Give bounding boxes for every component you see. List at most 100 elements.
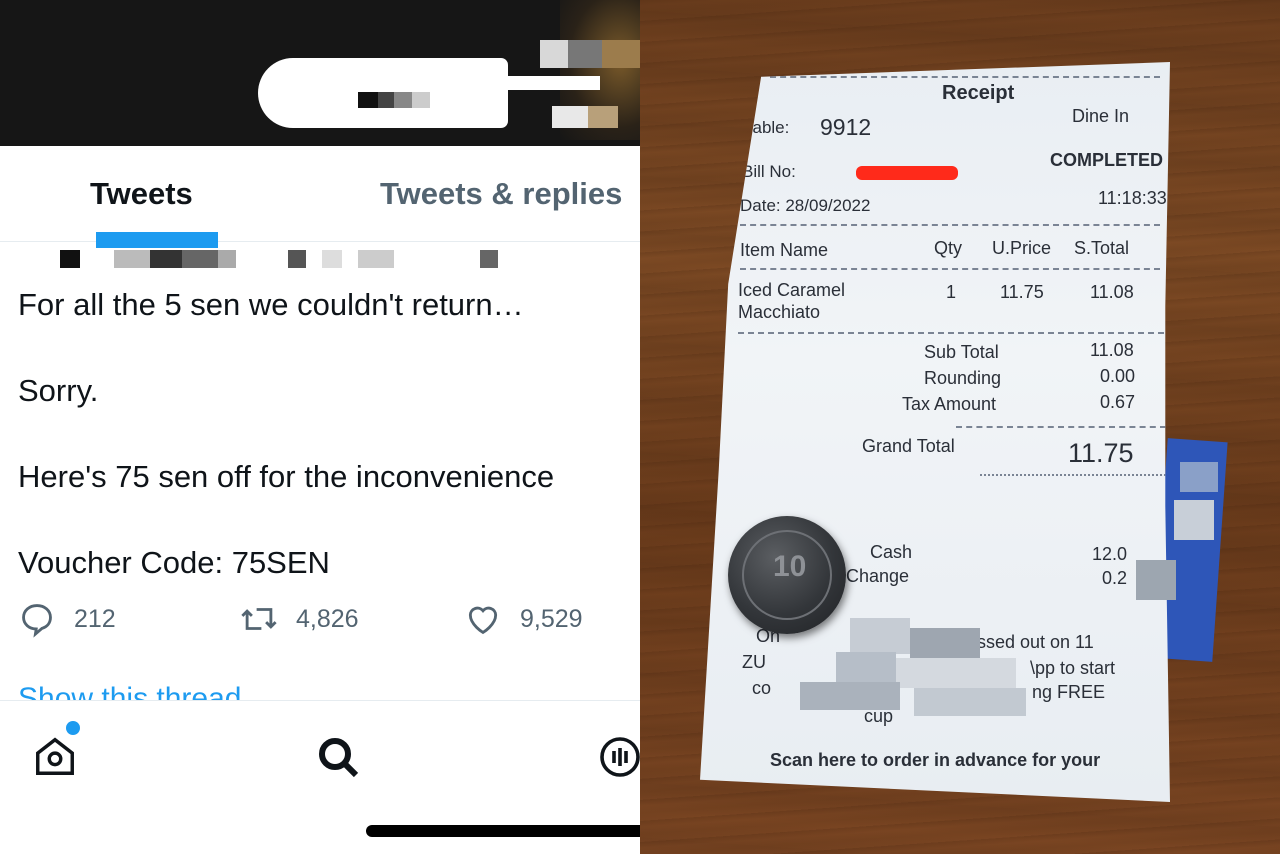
change-label: Change <box>846 566 910 586</box>
redacted-bill-number <box>856 166 958 180</box>
reply-button[interactable]: 212 <box>18 600 116 638</box>
rounding-label: Rounding <box>924 368 1002 388</box>
tax-label: Tax Amount <box>902 394 997 414</box>
column-unit-price: U.Price <box>992 238 1052 258</box>
redacted-author-row <box>0 232 640 272</box>
redaction-pixel <box>1136 560 1176 600</box>
retweet-button[interactable]: 4,826 <box>240 600 359 638</box>
receipt-time: 11:18:33 <box>1098 188 1167 208</box>
item-unit-price: 11.75 <box>1000 282 1044 302</box>
show-thread-link[interactable]: Show this thread <box>18 682 241 702</box>
coin-denomination: 10 <box>773 550 807 583</box>
redaction-pixel <box>182 250 218 268</box>
redaction-pixel <box>394 92 412 108</box>
redaction-pixel <box>914 688 1026 716</box>
redaction-pixel <box>288 250 306 268</box>
promo-text: ZU <box>742 652 766 672</box>
redaction-pixel <box>150 250 182 268</box>
redaction-pixel <box>1180 462 1218 492</box>
tweet-text-line: Here's 75 sen off for the inconvenience <box>18 459 555 494</box>
column-item-name: Item Name <box>740 240 829 260</box>
receipt-divider <box>738 332 1164 334</box>
order-status: COMPLETED <box>1050 150 1164 170</box>
bottom-navigation <box>0 700 640 854</box>
redaction-pixel <box>850 618 910 654</box>
redaction-pixel <box>114 250 150 268</box>
tab-tweets-and-replies[interactable]: Tweets & replies <box>380 176 622 212</box>
profile-header-redacted <box>0 0 640 146</box>
redaction-pixel <box>800 682 900 710</box>
redaction-pixel <box>412 92 430 108</box>
item-name-line: Iced Caramel <box>738 280 846 300</box>
home-indicator-bar <box>366 825 640 837</box>
like-button[interactable]: 9,529 <box>464 600 583 638</box>
redacted-name-bar <box>480 76 600 90</box>
sub-total-value: 11.08 <box>1090 340 1134 360</box>
spaces-microphone-icon <box>600 737 640 777</box>
bill-no-label: Bill No: <box>742 162 796 181</box>
tweet-text-line: Sorry. <box>18 373 99 408</box>
change-value: 0.2 <box>1102 568 1128 588</box>
active-tab-indicator <box>96 232 218 248</box>
tweet-text-line: For all the 5 sen we couldn't return… <box>18 287 524 322</box>
receipt-footer: Scan here to order in advance for your <box>770 750 1101 770</box>
sub-total-label: Sub Total <box>924 342 999 362</box>
tweet-voucher-line: Voucher Code: 75SEN <box>18 545 330 580</box>
receipt-paper: Receipt Table: 9912 Dine In Bill No: COM… <box>700 62 1170 802</box>
receipt-divider <box>980 474 1166 476</box>
receipt-date: Date: 28/09/2022 <box>740 196 871 215</box>
receipt-divider <box>740 268 1160 270</box>
column-subtotal: S.Total <box>1074 238 1130 258</box>
reply-count: 212 <box>74 604 116 633</box>
retweet-count: 4,826 <box>296 604 359 633</box>
redaction-pixel <box>602 40 640 68</box>
receipt-divider <box>740 224 1160 226</box>
column-qty: Qty <box>934 238 963 258</box>
nav-search[interactable] <box>314 733 362 786</box>
tweet-actions: 212 4,826 9,529 <box>0 596 640 640</box>
redaction-pixel <box>836 652 896 682</box>
notification-dot <box>66 721 80 735</box>
tax-value: 0.67 <box>1100 392 1136 412</box>
redaction-pixel <box>1174 500 1214 540</box>
grand-total-value: 11.75 <box>1068 438 1134 468</box>
grand-total-label: Grand Total <box>862 436 955 456</box>
promo-text: ng FREE <box>1032 682 1106 702</box>
redaction-pixel <box>358 250 394 268</box>
heart-icon <box>468 606 498 635</box>
ten-sen-coin: 10 <box>728 516 846 634</box>
redaction-pixel <box>218 250 236 268</box>
cash-value: 12.0 <box>1092 544 1128 564</box>
table-label: Table: <box>744 118 790 137</box>
redaction-pixel <box>540 40 568 68</box>
receipt-divider <box>770 76 1160 78</box>
retweet-arrows-icon <box>241 608 277 630</box>
receipt-photo: Receipt Table: 9912 Dine In Bill No: COM… <box>640 0 1280 854</box>
redaction-pixel <box>896 658 1016 688</box>
redaction-pixel <box>358 92 378 108</box>
redaction-pixel <box>322 250 342 268</box>
tab-tweets[interactable]: Tweets <box>90 176 193 212</box>
receipt-title: Receipt <box>942 82 1015 104</box>
table-number: 9912 <box>820 114 872 140</box>
redaction-pixel <box>568 40 602 68</box>
nav-home[interactable] <box>32 733 78 784</box>
cash-label: Cash <box>870 542 913 562</box>
redaction-pixel <box>60 250 80 268</box>
profile-tabs: Tweets Tweets & replies <box>0 146 640 242</box>
item-name-line: Macchiato <box>738 302 821 322</box>
promo-text: \pp to start <box>1030 658 1116 678</box>
speech-bubble-icon <box>22 604 52 638</box>
redaction-pixel <box>910 628 980 658</box>
dine-in-label: Dine In <box>1072 106 1130 126</box>
receipt-divider <box>956 426 1166 428</box>
nav-spaces[interactable] <box>596 733 640 786</box>
redaction-pixel <box>480 250 498 268</box>
like-count: 9,529 <box>520 604 583 633</box>
redaction-pixel <box>588 106 618 128</box>
redaction-pixel <box>378 92 394 108</box>
promo-text: co <box>752 678 772 698</box>
home-icon <box>36 737 74 775</box>
redaction-pixel <box>552 106 588 128</box>
item-qty: 1 <box>946 282 957 302</box>
